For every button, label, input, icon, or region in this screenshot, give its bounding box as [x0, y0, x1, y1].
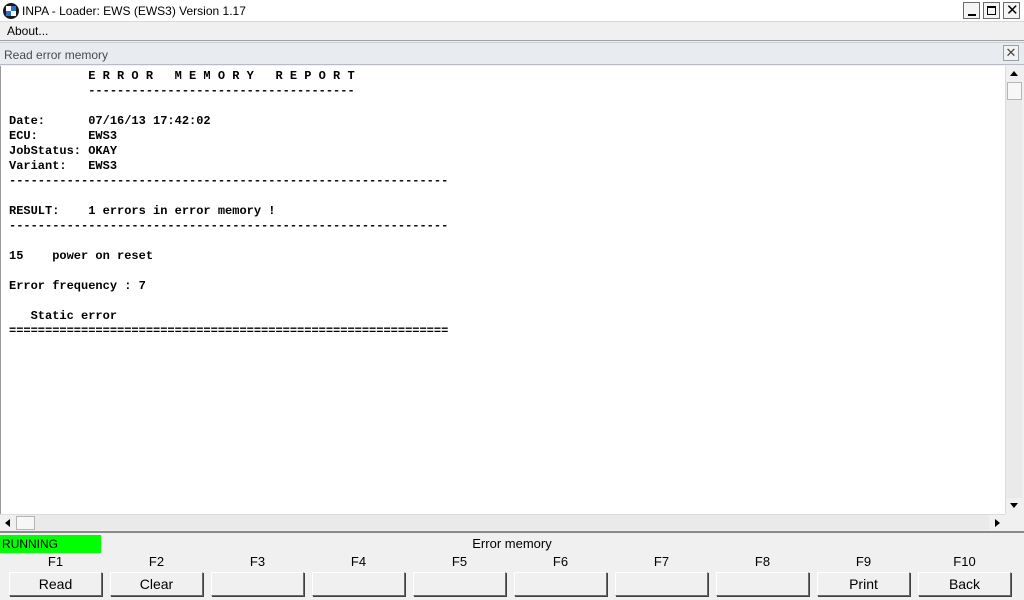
close-icon: ✕	[1005, 45, 1017, 60]
report-line: -------------------------------------	[9, 84, 355, 98]
function-key-label-f8: F8	[754, 554, 771, 569]
function-key-label-f2: F2	[148, 554, 165, 569]
minimize-button[interactable]	[963, 2, 980, 19]
function-button-f9[interactable]: Print	[817, 572, 910, 596]
vertical-scrollbar[interactable]	[1005, 66, 1023, 514]
report-line: JobStatus: OKAY	[9, 144, 118, 158]
report-line	[9, 294, 448, 309]
close-window-button[interactable]: ✕	[1003, 1, 1020, 19]
function-key-label-f7: F7	[653, 554, 670, 569]
function-button-f3[interactable]	[211, 572, 304, 596]
report-line: Static error	[9, 309, 118, 323]
scrollbar-corner	[1005, 514, 1022, 530]
close-icon: ✕	[1006, 1, 1019, 19]
function-button-f5[interactable]	[413, 572, 506, 596]
vertical-scroll-thumb[interactable]	[1007, 82, 1022, 100]
minimize-icon	[968, 14, 976, 16]
menu-bar: About...	[0, 22, 1024, 41]
function-key-label-f6: F6	[552, 554, 569, 569]
function-key-label-f9: F9	[855, 554, 872, 569]
child-window-header: Read error memory ✕	[0, 42, 1024, 65]
report-line: ----------------------------------------…	[9, 219, 449, 233]
report-line: 15 power on reset	[9, 249, 154, 263]
function-key-label-f1: F1	[47, 554, 64, 569]
function-button-f6[interactable]	[514, 572, 607, 596]
menu-item-about[interactable]: About...	[7, 24, 48, 38]
report-line	[9, 264, 448, 279]
report-line: ECU: EWS3	[9, 129, 118, 143]
report-line: ========================================…	[9, 324, 449, 338]
maximize-button[interactable]	[983, 2, 1000, 19]
horizontal-scroll-thumb[interactable]	[16, 516, 35, 530]
function-key-label-f3: F3	[249, 554, 266, 569]
function-key-panel: RUNNING Error memory F1 Read F2 Clear F3 F4 F5…	[0, 531, 1024, 600]
report-line: Variant: EWS3	[9, 159, 118, 173]
error-memory-report: E R R O R M E M O R Y R E P O R T ------…	[9, 69, 448, 339]
report-line	[9, 99, 448, 114]
window-title: INPA - Loader: EWS (EWS3) Version 1.17	[22, 4, 246, 18]
report-line: ----------------------------------------…	[9, 174, 449, 188]
child-window-title: Read error memory	[4, 48, 109, 62]
scroll-left-arrow-icon[interactable]	[0, 515, 16, 531]
function-key-label-f4: F4	[350, 554, 367, 569]
status-badge: RUNNING	[0, 535, 101, 553]
scroll-right-arrow-icon[interactable]	[989, 515, 1005, 531]
function-button-f1[interactable]: Read	[9, 572, 102, 596]
report-line: RESULT: 1 errors in error memory !	[9, 204, 276, 218]
function-key-label-f10: F10	[953, 554, 976, 569]
maximize-icon	[987, 6, 996, 15]
function-button-f4[interactable]	[312, 572, 405, 596]
child-close-button[interactable]: ✕	[1003, 45, 1019, 61]
function-button-f7[interactable]	[615, 572, 708, 596]
function-button-f2[interactable]: Clear	[110, 572, 203, 596]
function-button-f10[interactable]: Back	[918, 572, 1011, 596]
panel-title: Error memory	[472, 536, 552, 551]
report-line	[9, 189, 448, 204]
report-line: Error frequency : 7	[9, 279, 146, 293]
title-bar: INPA - Loader: EWS (EWS3) Version 1.17 ✕	[0, 0, 1024, 22]
scroll-down-arrow-icon[interactable]	[1006, 498, 1023, 514]
function-key-label-f5: F5	[451, 554, 468, 569]
function-button-f8[interactable]	[716, 572, 809, 596]
report-line	[9, 234, 448, 249]
scroll-up-arrow-icon[interactable]	[1006, 66, 1023, 82]
horizontal-scrollbar[interactable]	[0, 514, 1005, 531]
report-line: Date: 07/16/13 17:42:02	[9, 114, 211, 128]
report-text-area[interactable]: E R R O R M E M O R Y R E P O R T ------…	[0, 66, 1005, 514]
report-line: E R R O R M E M O R Y R E P O R T	[9, 69, 355, 83]
bmw-logo-icon[interactable]	[3, 3, 19, 19]
